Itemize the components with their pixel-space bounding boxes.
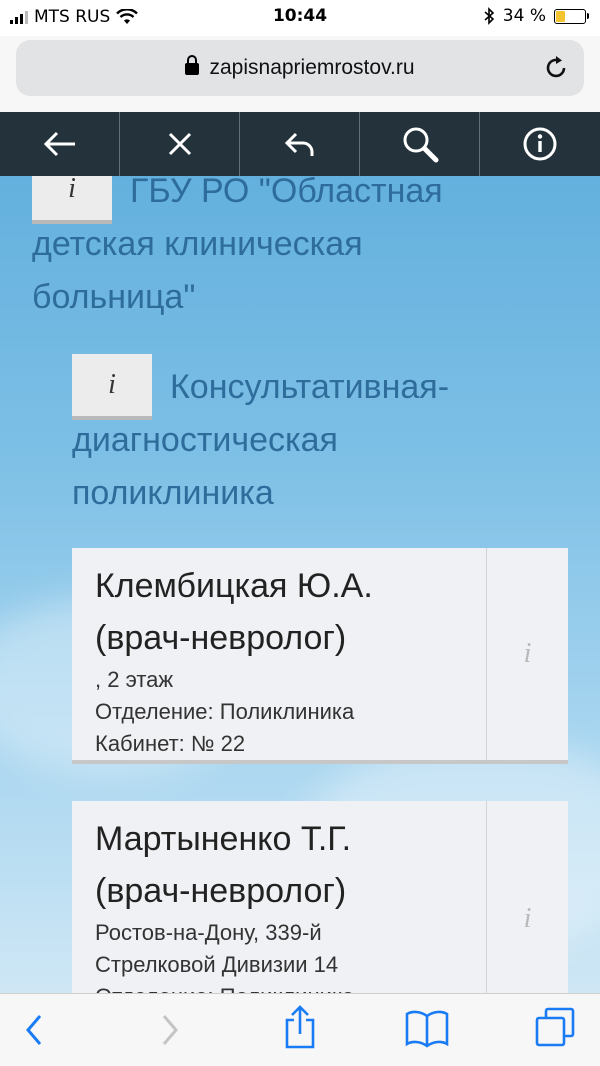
doctor-department: Отделение: Поликлиника <box>95 699 355 724</box>
doctor-info-button[interactable]: i <box>486 801 568 993</box>
address-bar[interactable]: zapisnapriemrostov.ru <box>16 40 584 96</box>
hospital-title[interactable]: ГБУ РО "Областная детская клиническая бо… <box>32 176 492 324</box>
reload-icon[interactable] <box>542 54 570 82</box>
reply-icon <box>284 132 313 156</box>
status-bar: MTS RUS 10:44 34 % <box>0 0 600 36</box>
lock-icon <box>185 55 200 75</box>
bluetooth-icon <box>484 7 494 25</box>
doctor-card[interactable]: Клембицкая Ю.А. (врач-невролог) , 2 этаж… <box>72 548 568 764</box>
browser-bottom-bar <box>0 993 600 1066</box>
search-icon <box>403 127 438 163</box>
doctor-info-button[interactable]: i <box>486 548 568 760</box>
info-button[interactable] <box>480 112 600 176</box>
url-text: zapisnapriemrostov.ru <box>209 56 415 79</box>
doctor-department: Отделение: Поликлиника <box>95 981 487 993</box>
doctor-address: , 2 этаж <box>95 667 174 692</box>
browser-address-area: zapisnapriemrostov.ru <box>0 36 600 112</box>
doctor-card[interactable]: Мартыненко Т.Г. (врач-невролог) Ростов-н… <box>72 801 568 993</box>
battery-icon <box>554 8 589 24</box>
battery-percent: 34 % <box>502 6 546 26</box>
doctor-name: Мартыненко Т.Г. (врач-невролог) <box>95 820 352 910</box>
page-toolbar <box>0 112 600 176</box>
doctor-address: Ростов-на-Дону, 339-й <box>95 920 322 945</box>
tabs-icon[interactable] <box>534 1006 576 1048</box>
doctor-name: Клембицкая Ю.А. (врач-невролог) <box>95 567 373 657</box>
bookmarks-icon[interactable] <box>404 1008 450 1048</box>
doctor-room: Кабинет: № 22 <box>95 731 246 756</box>
content-area: i ГБУ РО "Областная детская клиническая … <box>0 176 600 993</box>
info-icon <box>523 127 557 161</box>
share-icon[interactable] <box>282 1004 318 1050</box>
close-icon <box>168 132 191 156</box>
reply-button[interactable] <box>240 112 360 176</box>
back-button[interactable] <box>0 112 120 176</box>
department-title[interactable]: Консультативная-диагностическая поликлин… <box>72 361 512 520</box>
browser-forward-icon[interactable] <box>158 1010 182 1050</box>
search-button[interactable] <box>360 112 480 176</box>
browser-back-icon[interactable] <box>22 1010 46 1050</box>
doctor-address: Стрелковой Дивизии 14 <box>95 952 339 977</box>
back-arrow-icon <box>43 131 75 157</box>
close-button[interactable] <box>120 112 240 176</box>
